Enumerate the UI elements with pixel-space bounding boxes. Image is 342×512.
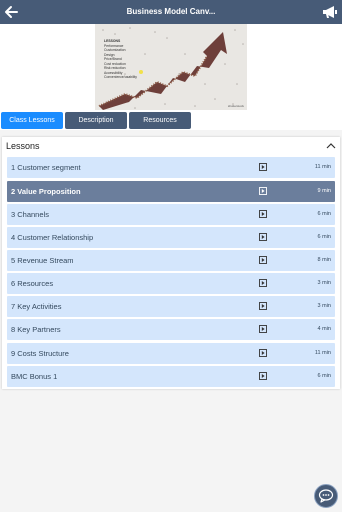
chat-bubble-icon	[318, 489, 334, 503]
lesson-duration: 3 min	[317, 303, 331, 309]
lesson-title: 4 Customer Relationship	[11, 233, 94, 242]
lesson-title: 1 Customer segment	[11, 163, 81, 172]
lesson-item[interactable]: 8 Key Partners 4 min	[7, 319, 335, 340]
hero-image-credit: shutterstock	[227, 104, 244, 108]
lesson-duration: 3 min	[317, 280, 331, 286]
lesson-duration: 11 min	[314, 164, 331, 170]
top-bar: Business Model Canv...	[0, 0, 342, 24]
hero-image: LESSONS Performance Customization Design…	[95, 24, 247, 110]
lesson-hero: LESSONS Performance Customization Design…	[0, 24, 342, 112]
lessons-panel-title: Lessons	[6, 141, 40, 151]
lesson-item[interactable]: 4 Customer Relationship 6 min	[7, 227, 335, 248]
lesson-item[interactable]: 1 Customer segment 11 min	[7, 157, 335, 178]
video-play-icon	[259, 372, 267, 380]
arrow-left-icon[interactable]	[3, 3, 21, 21]
video-play-icon	[259, 279, 267, 287]
lessons-panel: Lessons 1 Customer segment 11 min 2 Valu…	[2, 137, 340, 389]
video-play-icon	[259, 163, 267, 171]
video-play-icon	[259, 256, 267, 264]
tab-description[interactable]: Description	[65, 112, 127, 129]
megaphone-icon[interactable]	[321, 3, 339, 21]
hero-list-item: Convenience/usability	[104, 75, 137, 79]
tab-resources[interactable]: Resources	[129, 112, 191, 129]
lesson-title: 7 Key Activities	[11, 302, 62, 311]
lesson-duration: 6 min	[317, 211, 331, 217]
lesson-duration: 4 min	[317, 326, 331, 332]
chevron-up-icon[interactable]	[326, 141, 336, 151]
lesson-item[interactable]: 9 Costs Structure 11 min	[7, 343, 335, 364]
lessons-panel-header[interactable]: Lessons	[2, 137, 340, 155]
tab-bar: Class Lessons Description Resources	[0, 112, 342, 130]
lesson-item[interactable]: 3 Channels 6 min	[7, 204, 335, 225]
tab-class-lessons[interactable]: Class Lessons	[1, 112, 63, 129]
lesson-title: BMC Bonus 1	[11, 372, 58, 381]
lesson-title: 8 Key Partners	[11, 325, 61, 334]
lesson-item[interactable]: BMC Bonus 1 6 min	[7, 366, 335, 387]
lesson-duration: 8 min	[317, 257, 331, 263]
video-play-icon	[259, 302, 267, 310]
video-play-icon	[259, 349, 267, 357]
chat-button[interactable]	[314, 484, 338, 508]
page-title: Business Model Canv...	[126, 7, 216, 16]
lesson-item[interactable]: 5 Revenue Stream 8 min	[7, 250, 335, 271]
lesson-duration: 6 min	[317, 373, 331, 379]
video-play-icon	[259, 210, 267, 218]
lesson-title: 3 Channels	[11, 210, 49, 219]
lesson-title: 2 Value Proposition	[11, 187, 81, 196]
lesson-title: 9 Costs Structure	[11, 349, 69, 358]
lesson-duration: 11 min	[314, 350, 331, 356]
hero-lesson-list: LESSONS Performance Customization Design…	[104, 39, 137, 80]
video-play-icon	[259, 187, 267, 195]
lesson-duration: 9 min	[317, 188, 331, 194]
video-play-icon	[259, 233, 267, 241]
lesson-duration: 6 min	[317, 234, 331, 240]
lesson-item[interactable]: 6 Resources 3 min	[7, 273, 335, 294]
lesson-title: 5 Revenue Stream	[11, 256, 74, 265]
lesson-title: 6 Resources	[11, 279, 54, 288]
lesson-item[interactable]: 7 Key Activities 3 min	[7, 296, 335, 317]
video-play-icon	[259, 325, 267, 333]
lesson-item-active[interactable]: 2 Value Proposition 9 min	[7, 181, 335, 202]
